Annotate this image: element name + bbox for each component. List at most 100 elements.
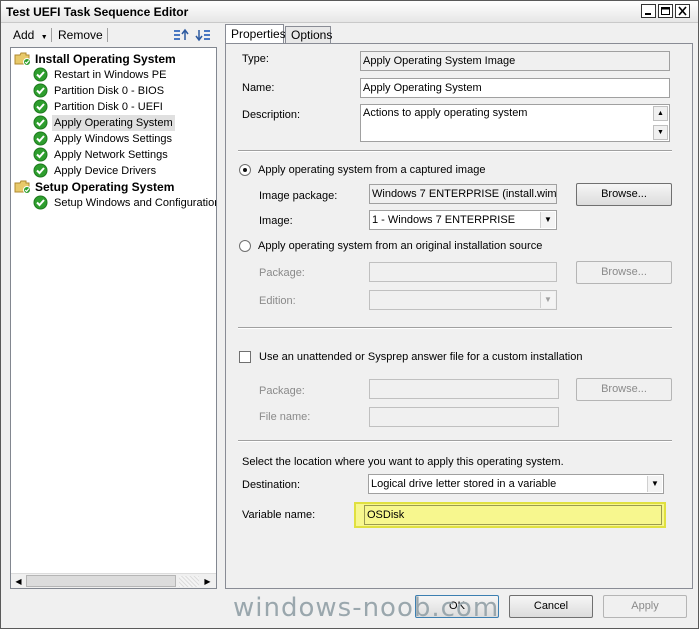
section-divider	[238, 327, 672, 329]
maximize-button[interactable]	[658, 4, 673, 18]
image-package-browse-button[interactable]: Browse...	[576, 183, 672, 206]
tree-step-label: Partition Disk 0 - BIOS	[54, 85, 165, 97]
green-check-icon	[33, 163, 48, 178]
description-text: Actions to apply operating system	[363, 107, 528, 119]
tree-step-label: Apply Operating System	[52, 115, 175, 131]
scroll-up-button[interactable]: ▲	[653, 106, 668, 121]
original-source-label: Apply operating system from an original …	[258, 240, 543, 252]
dropdown-arrow-icon[interactable]: ▼	[647, 476, 662, 492]
tree-step-label: Apply Windows Settings	[54, 133, 172, 145]
move-down-button[interactable]	[195, 27, 211, 43]
green-check-icon	[33, 83, 48, 98]
add-label: Add	[13, 28, 35, 42]
destination-label: Destination:	[242, 479, 301, 491]
tree-group-label: Setup Operating System	[35, 180, 175, 194]
tree-step-partition-bios[interactable]: Partition Disk 0 - BIOS	[33, 83, 213, 99]
destination-select[interactable]: Logical drive letter stored in a variabl…	[368, 474, 664, 494]
image-package-field: Windows 7 ENTERPRISE (install.wim)	[369, 184, 557, 204]
dropdown-arrow-icon: ▼	[540, 292, 555, 308]
section-divider	[238, 440, 672, 442]
tree-step-apply-network-settings[interactable]: Apply Network Settings	[33, 147, 213, 163]
close-button[interactable]	[675, 4, 690, 18]
type-label: Type:	[242, 53, 269, 65]
variable-name-label: Variable name:	[242, 509, 316, 521]
destination-select-value: Logical drive letter stored in a variabl…	[371, 478, 557, 490]
toolbar: Add ▼ Remove	[7, 25, 218, 45]
location-instruction: Select the location where you want to ap…	[242, 456, 564, 468]
image-select[interactable]: 1 - Windows 7 ENTERPRISE ▼	[369, 210, 557, 230]
folder-icon	[14, 52, 31, 66]
scroll-right-button[interactable]: ▶	[201, 575, 214, 588]
green-check-icon	[33, 131, 48, 146]
close-icon	[678, 6, 687, 16]
tree-step-apply-device-drivers[interactable]: Apply Device Drivers	[33, 163, 213, 179]
green-check-icon	[33, 115, 48, 130]
green-check-icon	[33, 195, 48, 210]
file-name-field	[369, 407, 559, 427]
task-sequence-editor-window: Test UEFI Task Sequence Editor Add ▼ Rem…	[0, 0, 699, 629]
toolbar-separator	[107, 28, 108, 42]
tree-group-install-os[interactable]: Install Operating System	[14, 51, 214, 67]
edition-label: Edition:	[259, 295, 296, 307]
tree-step-restart-in-winpe[interactable]: Restart in Windows PE	[33, 67, 213, 83]
move-up-button[interactable]	[173, 27, 189, 43]
maximize-icon	[661, 7, 670, 15]
watermark-text: windows-noob.com	[233, 593, 500, 623]
move-down-icon	[195, 30, 210, 42]
window-title: Test UEFI Task Sequence Editor	[6, 5, 189, 19]
add-button[interactable]: Add ▼	[13, 27, 48, 43]
green-check-icon	[33, 67, 48, 82]
tree-step-apply-os[interactable]: Apply Operating System	[33, 115, 213, 131]
tab-options[interactable]: Options	[285, 26, 332, 44]
tree-step-apply-windows-settings[interactable]: Apply Windows Settings	[33, 131, 213, 147]
type-field: Apply Operating System Image	[360, 51, 670, 71]
image-select-value: 1 - Windows 7 ENTERPRISE	[372, 214, 516, 226]
tree-step-label: Apply Device Drivers	[54, 165, 157, 177]
tree-horizontal-scrollbar[interactable]: ◀ ▶	[11, 573, 216, 588]
tree-group-setup-os[interactable]: Setup Operating System	[14, 179, 214, 195]
green-check-icon	[33, 99, 48, 114]
minimize-icon	[645, 13, 651, 15]
captured-image-radio[interactable]	[239, 164, 251, 176]
move-up-icon	[174, 28, 189, 40]
name-label: Name:	[242, 82, 275, 94]
image-label: Image:	[259, 215, 293, 227]
green-check-icon	[33, 147, 48, 162]
dropdown-arrow-icon[interactable]: ▼	[540, 212, 555, 228]
cancel-button[interactable]: Cancel	[509, 595, 593, 618]
minimize-button[interactable]	[641, 4, 656, 18]
remove-button[interactable]: Remove	[58, 27, 103, 43]
scroll-track[interactable]	[179, 576, 199, 587]
task-sequence-tree[interactable]: Install Operating System Restart in Wind…	[10, 47, 217, 589]
scroll-left-button[interactable]: ◀	[12, 575, 25, 588]
unattend-browse-button[interactable]: Browse...	[576, 378, 672, 401]
tree-step-setup-windows[interactable]: Setup Windows and Configuration	[33, 195, 216, 211]
properties-panel: Type: Apply Operating System Image Name:…	[225, 43, 693, 589]
unattend-label: Use an unattended or Sysprep answer file…	[259, 351, 583, 363]
unattend-package-label: Package:	[259, 385, 305, 397]
description-textarea[interactable]: Actions to apply operating system ▲ ▼	[360, 104, 670, 142]
package-label: Package:	[259, 267, 305, 279]
scroll-thumb[interactable]	[26, 575, 176, 587]
variable-name-input[interactable]: OSDisk	[364, 505, 662, 525]
unattend-checkbox[interactable]	[239, 351, 251, 363]
package-field	[369, 262, 557, 282]
title-bar: Test UEFI Task Sequence Editor	[1, 1, 698, 23]
folder-icon	[14, 180, 31, 194]
original-source-radio[interactable]	[239, 240, 251, 252]
tree-step-label: Apply Network Settings	[54, 149, 168, 161]
edition-select[interactable]: ▼	[369, 290, 557, 310]
apply-button[interactable]: Apply	[603, 595, 687, 618]
scroll-down-button[interactable]: ▼	[653, 125, 668, 140]
tree-step-label: Partition Disk 0 - UEFI	[54, 101, 163, 113]
file-name-label: File name:	[259, 411, 311, 423]
description-label: Description:	[242, 109, 301, 121]
name-input[interactable]: Apply Operating System	[360, 78, 670, 98]
tree-group-label: Install Operating System	[35, 52, 176, 66]
captured-image-label: Apply operating system from a captured i…	[258, 164, 486, 176]
tab-properties[interactable]: Properties	[225, 24, 286, 45]
package-browse-button[interactable]: Browse...	[576, 261, 672, 284]
unattend-package-field	[369, 379, 559, 399]
tree-step-partition-uefi[interactable]: Partition Disk 0 - UEFI	[33, 99, 213, 115]
toolbar-separator	[51, 28, 52, 42]
